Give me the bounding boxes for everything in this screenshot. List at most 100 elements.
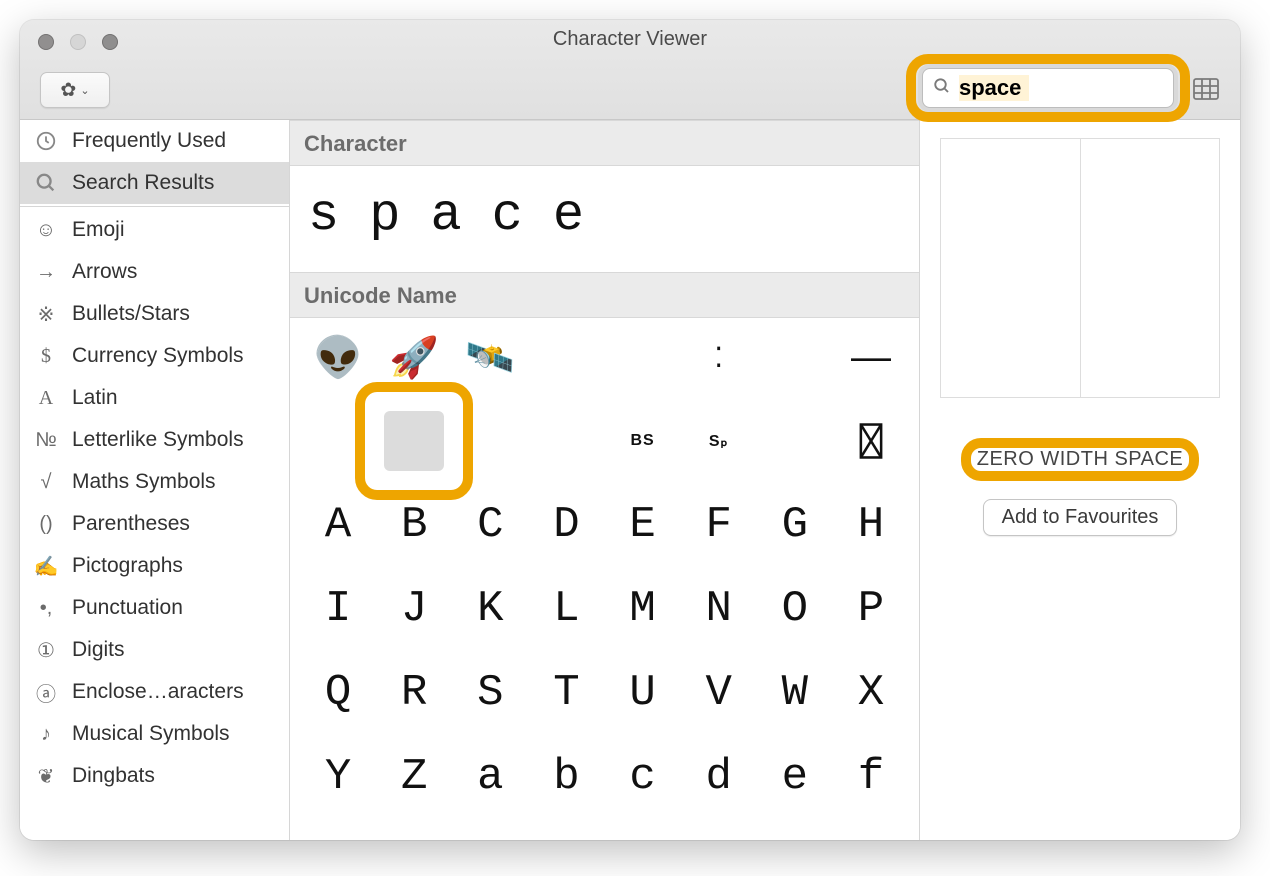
char-cell[interactable]: P xyxy=(833,578,909,640)
char-cell[interactable]: R xyxy=(376,662,452,724)
character-name: ZERO WIDTH SPACE xyxy=(977,448,1184,471)
section-heading-unicode-name: Unicode Name xyxy=(290,272,919,318)
char-cell[interactable]: H xyxy=(833,494,909,556)
char-cell[interactable]: G xyxy=(757,494,833,556)
gear-icon: ✿ xyxy=(60,79,76,102)
char-cell[interactable]: B xyxy=(376,494,452,556)
punctuation-icon: •, xyxy=(32,597,60,620)
sidebar-item-label: Frequently Used xyxy=(72,129,226,153)
character-preview xyxy=(940,138,1220,398)
char-cell[interactable]: 🛰️ xyxy=(452,326,528,388)
sidebar-item-musical[interactable]: ♪Musical Symbols xyxy=(20,713,289,755)
char-cell[interactable]: Q xyxy=(300,662,376,724)
char-cell[interactable]: ⁚ xyxy=(681,326,757,388)
char-cell[interactable]: a xyxy=(430,184,461,246)
char-cell[interactable]: T xyxy=(528,662,604,724)
char-cell[interactable]: p xyxy=(369,184,400,246)
char-cell[interactable]: c xyxy=(605,746,681,808)
char-cell[interactable] xyxy=(452,410,528,472)
char-cell[interactable]: a xyxy=(452,746,528,808)
sidebar-item-dingbats[interactable]: ❦Dingbats xyxy=(20,755,289,797)
char-cell[interactable]: L xyxy=(528,578,604,640)
char-cell[interactable]: F xyxy=(681,494,757,556)
char-cell[interactable]: d xyxy=(681,746,757,808)
char-cell[interactable]: C xyxy=(452,494,528,556)
results-grid-row: I J K L M N O P xyxy=(290,570,919,654)
sidebar-item-label: Search Results xyxy=(72,171,214,195)
sidebar-item-arrows[interactable]: →Arrows xyxy=(20,251,289,293)
character-results-row: s p a c e xyxy=(290,166,919,272)
sidebar-item-bullets[interactable]: ※Bullets/Stars xyxy=(20,293,289,335)
char-cell[interactable] xyxy=(757,326,833,388)
sidebar-item-currency[interactable]: $Currency Symbols xyxy=(20,335,289,377)
chevron-down-icon: ⌄ xyxy=(80,84,89,97)
char-cell[interactable]: c xyxy=(492,184,523,246)
char-cell[interactable]: M xyxy=(605,578,681,640)
sidebar-item-punctuation[interactable]: •, Punctuation xyxy=(20,587,289,629)
search-icon xyxy=(32,172,60,194)
sidebar-item-frequently-used[interactable]: Frequently Used xyxy=(20,120,289,162)
sidebar-item-enclosed[interactable]: ⓐ Enclose…aracters xyxy=(20,671,289,713)
char-cell[interactable]: X xyxy=(833,662,909,724)
sidebar-item-label: Enclose…aracters xyxy=(72,680,244,704)
char-cell[interactable]: W xyxy=(757,662,833,724)
char-cell[interactable]: S xyxy=(452,662,528,724)
add-to-favourites-button[interactable]: Add to Favourites xyxy=(983,499,1178,536)
sidebar-item-maths[interactable]: √Maths Symbols xyxy=(20,461,289,503)
circled-one-icon: ① xyxy=(32,638,60,663)
sidebar-item-label: Latin xyxy=(72,386,118,410)
char-cell[interactable]: I xyxy=(300,578,376,640)
char-cell[interactable]: U xyxy=(605,662,681,724)
sidebar-item-label: Punctuation xyxy=(72,596,183,620)
char-cell[interactable]: E xyxy=(605,494,681,556)
char-cell[interactable] xyxy=(528,410,604,472)
char-cell[interactable]: J xyxy=(376,578,452,640)
char-cell[interactable] xyxy=(833,410,909,472)
window-title: Character Viewer xyxy=(20,28,1240,51)
char-cell[interactable]: K xyxy=(452,578,528,640)
char-cell[interactable]: Sₚ xyxy=(681,410,757,472)
results-grid-row: BS Sₚ xyxy=(290,402,919,486)
char-cell[interactable]: s xyxy=(308,184,339,246)
search-field[interactable]: ✕ xyxy=(922,68,1174,108)
sidebar-item-search-results[interactable]: Search Results xyxy=(20,162,289,204)
char-cell-selected[interactable] xyxy=(376,410,452,472)
char-cell[interactable]: Y xyxy=(300,746,376,808)
char-cell[interactable]: D xyxy=(528,494,604,556)
char-cell[interactable]: Z xyxy=(376,746,452,808)
sidebar-item-pictographs[interactable]: ✍ Pictographs xyxy=(20,545,289,587)
char-cell[interactable]: O xyxy=(757,578,833,640)
char-cell[interactable]: 🚀 xyxy=(376,326,452,388)
char-cell[interactable]: e xyxy=(757,746,833,808)
char-cell[interactable]: N xyxy=(681,578,757,640)
sidebar-item-digits[interactable]: ①Digits xyxy=(20,629,289,671)
results-grid-row: Y Z a b c d e f xyxy=(290,738,919,822)
sidebar-item-letterlike[interactable]: №Letterlike Symbols xyxy=(20,419,289,461)
char-cell[interactable] xyxy=(528,326,604,388)
settings-menu-button[interactable]: ✿ ⌄ xyxy=(40,72,110,108)
section-heading-character: Character xyxy=(290,120,919,166)
sidebar-item-label: Emoji xyxy=(72,218,125,242)
toggle-layout-button[interactable] xyxy=(1188,74,1224,104)
sidebar-item-parentheses[interactable]: ()Parentheses xyxy=(20,503,289,545)
search-icon xyxy=(933,77,951,100)
sidebar-item-emoji[interactable]: ☺Emoji xyxy=(20,209,289,251)
char-cell[interactable]: b xyxy=(528,746,604,808)
circled-a-icon: ⓐ xyxy=(32,678,60,707)
char-cell[interactable]: BS xyxy=(605,410,681,472)
char-cell[interactable]: — xyxy=(833,326,909,388)
char-cell[interactable]: 👽 xyxy=(300,326,376,388)
detail-panel: ZERO WIDTH SPACE Add to Favourites xyxy=(920,120,1240,840)
main-panel: Character s p a c e Unicode Name 👽 🚀 🛰️ … xyxy=(290,120,920,840)
char-cell[interactable]: A xyxy=(300,494,376,556)
sidebar-item-label: Pictographs xyxy=(72,554,183,578)
char-cell[interactable] xyxy=(757,410,833,472)
sidebar-item-latin[interactable]: ALatin xyxy=(20,377,289,419)
char-cell[interactable]: e xyxy=(553,184,584,246)
char-cell[interactable]: f xyxy=(833,746,909,808)
results-grid-row: A B C D E F G H xyxy=(290,486,919,570)
writing-icon: ✍ xyxy=(32,554,60,579)
char-cell[interactable] xyxy=(605,326,681,388)
character-viewer-window: Character Viewer ✿ ⌄ ✕ xyxy=(20,20,1240,840)
char-cell[interactable]: V xyxy=(681,662,757,724)
